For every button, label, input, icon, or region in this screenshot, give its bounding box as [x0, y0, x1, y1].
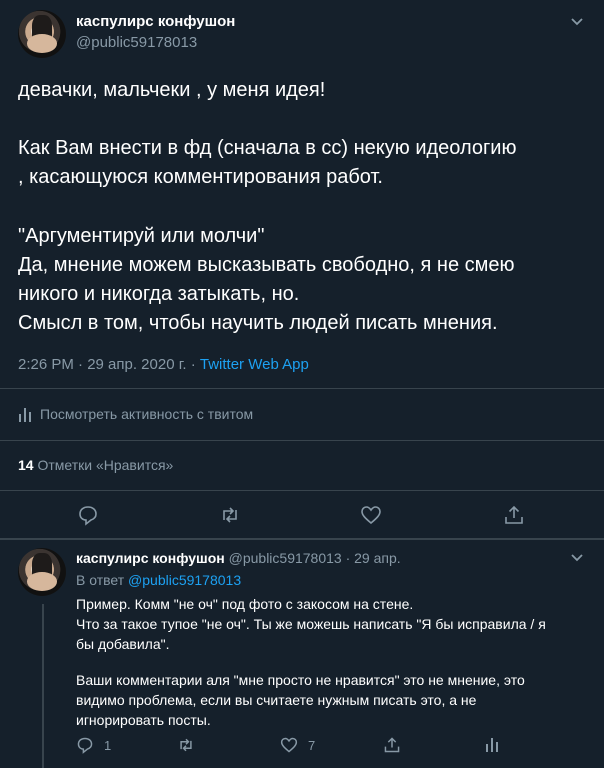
reply-count: 1 [104, 737, 112, 753]
reply-share-button[interactable] [383, 736, 401, 754]
tweet-line: , касающуюся комментирования работ. [18, 166, 383, 188]
tweet-line: Да, мнение можем высказывать свободно, я… [18, 254, 515, 276]
reply-meta[interactable]: @public59178013 · 29 апр. [229, 550, 401, 566]
tweet-line: никого и никогда затыкать, но. [18, 283, 300, 305]
reply-line: Ваши комментарии аля "мне просто не нрав… [76, 672, 525, 688]
reply-line: игнорировать посты. [76, 712, 211, 728]
reply-header: каспулирс конфушон @public59178013 · 29 … [76, 550, 401, 566]
reply-analytics-button[interactable] [485, 736, 499, 752]
reply-line: Пример. Комм "не оч" под фото с закосом … [76, 596, 414, 612]
likes-count: 14 [18, 457, 34, 473]
reply-prefix: В ответ [76, 572, 125, 588]
analytics-icon [18, 406, 32, 422]
retweet-icon [176, 736, 196, 754]
reply-author-name[interactable]: каспулирс конфушон [76, 550, 225, 566]
heart-icon[interactable] [360, 504, 382, 526]
share-icon [383, 736, 401, 754]
chevron-down-icon[interactable] [568, 12, 586, 30]
tweet-line: Как Вам внести в фд (сначала в сс) некую… [18, 137, 517, 159]
analytics-icon [485, 736, 499, 752]
tweet-time[interactable]: 2:26 PM · 29 апр. 2020 г. · [18, 356, 200, 373]
likes-stat[interactable]: 14 Отметки «Нравится» [18, 457, 173, 473]
tweet-source[interactable]: Twitter Web App [200, 356, 309, 373]
retweet-icon[interactable] [219, 504, 241, 526]
reply-author-avatar[interactable] [18, 548, 66, 596]
divider [0, 388, 604, 389]
share-icon[interactable] [503, 504, 525, 526]
heart-icon [280, 736, 298, 754]
likes-label: Отметки «Нравится» [37, 457, 174, 473]
tweet-meta: 2:26 PM · 29 апр. 2020 г. · Twitter Web … [18, 356, 309, 373]
like-count: 7 [308, 737, 316, 753]
tweet-line: Смысл в том, чтобы научить людей писать … [18, 312, 498, 334]
divider [0, 538, 604, 540]
reply-icon [76, 736, 94, 754]
reply-to-line: В ответ @public59178013 [76, 572, 241, 588]
tweet-line: "Аргументируй или молчи" [18, 225, 265, 247]
author-avatar[interactable] [18, 10, 66, 58]
divider [0, 440, 604, 441]
chevron-down-icon[interactable] [568, 548, 586, 566]
reply-icon[interactable] [77, 504, 99, 526]
tweet-line: девачки, мальчеки , у меня идея! [18, 79, 326, 101]
reply-line: бы добавила". [76, 636, 170, 652]
view-activity-link[interactable]: Посмотреть активность с твитом [18, 406, 253, 422]
reply-line: видимо проблема, если вы считаете нужным… [76, 692, 477, 708]
author-name[interactable]: каспулирс конфушон [76, 13, 235, 30]
reply-line: Что за такое тупое "не оч". Ты же можешь… [76, 616, 546, 632]
reply-to-handle[interactable]: @public59178013 [128, 572, 241, 588]
thread-line [42, 604, 44, 768]
reply-like-button[interactable]: 7 [280, 736, 315, 754]
reply-retweet-button[interactable] [176, 736, 196, 754]
reply-reply-button[interactable]: 1 [76, 736, 111, 754]
view-activity-label: Посмотреть активность с твитом [40, 406, 254, 422]
author-handle[interactable]: @public59178013 [76, 34, 197, 51]
divider [0, 490, 604, 491]
